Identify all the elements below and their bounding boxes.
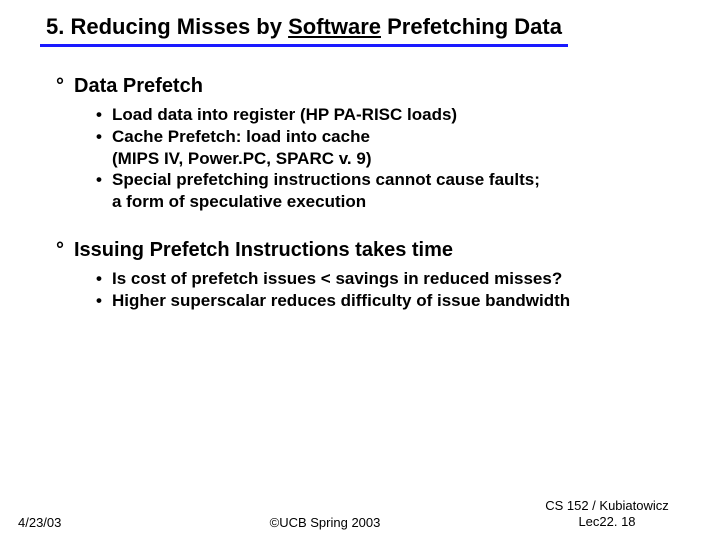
- list-item-text: Cache Prefetch: load into cache(MIPS IV,…: [112, 126, 680, 170]
- list-item-text: Is cost of prefetch issues < savings in …: [112, 268, 680, 290]
- section-data-prefetch: °Data Prefetch • Load data into register…: [56, 75, 680, 213]
- footer-date: 4/23/03: [18, 515, 138, 530]
- degree-icon: °: [56, 239, 74, 262]
- bullet-icon: •: [96, 169, 112, 213]
- section-heading-text: Data Prefetch: [74, 75, 203, 97]
- bullet-icon: •: [96, 290, 112, 312]
- list-item-text: Special prefetching instructions cannot …: [112, 169, 680, 213]
- bullet-list: • Is cost of prefetch issues < savings i…: [56, 262, 680, 312]
- degree-icon: °: [56, 75, 74, 98]
- section-issuing-prefetch: °Issuing Prefetch Instructions takes tim…: [56, 239, 680, 312]
- bullet-icon: •: [96, 126, 112, 170]
- section-heading-text: Issuing Prefetch Instructions takes time: [74, 239, 453, 261]
- title-area: 5. Reducing Misses by Software Prefetchi…: [0, 0, 720, 47]
- list-item: • Load data into register (HP PA-RISC lo…: [96, 104, 680, 126]
- title-text-post: Prefetching Data: [381, 14, 562, 39]
- bullet-list: • Load data into register (HP PA-RISC lo…: [56, 98, 680, 213]
- footer-course-info: CS 152 / Kubiatowicz Lec22. 18: [512, 498, 702, 531]
- section-heading: °Issuing Prefetch Instructions takes tim…: [56, 239, 680, 262]
- slide-body: °Data Prefetch • Load data into register…: [0, 47, 720, 311]
- list-item: • Special prefetching instructions canno…: [96, 169, 680, 213]
- list-item-text: Higher superscalar reduces difficulty of…: [112, 290, 680, 312]
- list-item: • Is cost of prefetch issues < savings i…: [96, 268, 680, 290]
- footer-course-line2: Lec22. 18: [512, 514, 702, 530]
- slide: 5. Reducing Misses by Software Prefetchi…: [0, 0, 720, 540]
- footer-copyright: ©UCB Spring 2003: [138, 515, 512, 530]
- slide-title: 5. Reducing Misses by Software Prefetchi…: [40, 14, 568, 47]
- bullet-icon: •: [96, 268, 112, 290]
- list-item: • Cache Prefetch: load into cache(MIPS I…: [96, 126, 680, 170]
- title-text-underlined: Software: [288, 14, 381, 39]
- section-heading: °Data Prefetch: [56, 75, 680, 98]
- footer-course-line1: CS 152 / Kubiatowicz: [512, 498, 702, 514]
- list-item-text: Load data into register (HP PA-RISC load…: [112, 104, 680, 126]
- slide-footer: 4/23/03 ©UCB Spring 2003 CS 152 / Kubiat…: [0, 498, 720, 531]
- bullet-icon: •: [96, 104, 112, 126]
- title-text-pre: 5. Reducing Misses by: [46, 14, 288, 39]
- list-item: • Higher superscalar reduces difficulty …: [96, 290, 680, 312]
